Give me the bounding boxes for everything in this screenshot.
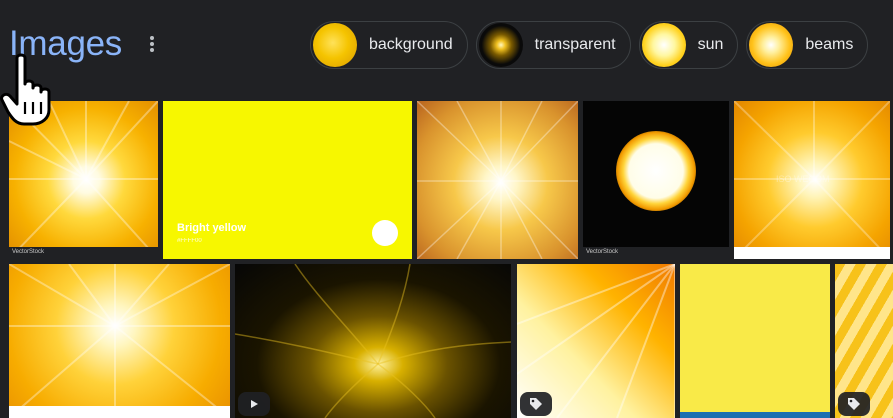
- caption-text: VectorStock: [586, 249, 619, 255]
- chip-thumbnail: [478, 23, 523, 67]
- light-streaks: [235, 264, 511, 418]
- play-icon: [251, 400, 258, 408]
- chip-sun[interactable]: sun: [638, 21, 739, 69]
- chip-thumbnail: [313, 23, 357, 67]
- chip-beams[interactable]: beams: [746, 21, 869, 69]
- hand-pointer-icon: [0, 53, 51, 126]
- chip-label: background: [369, 36, 453, 53]
- chip-background[interactable]: background: [310, 21, 468, 69]
- images-header: Images background transparent sun beams: [0, 0, 893, 92]
- image-result[interactable]: VectorStock: [583, 101, 729, 259]
- image-result[interactable]: [517, 264, 675, 418]
- chip-label: beams: [805, 36, 854, 53]
- image-results-page: Images background transparent sun beams …: [0, 0, 893, 418]
- swatch-logo: [372, 220, 398, 246]
- chip-thumbnail: [749, 23, 794, 67]
- more-options-button[interactable]: [140, 32, 164, 56]
- image-result[interactable]: [835, 264, 893, 418]
- image-result[interactable]: [417, 101, 578, 259]
- swatch-color-name: Bright yellow: [177, 222, 247, 234]
- sunburst-rays: [417, 101, 578, 259]
- product-badge: [520, 392, 552, 416]
- chip-label: sun: [697, 36, 724, 53]
- image-source-caption: VectorStock: [9, 247, 158, 259]
- sun-disk: [616, 131, 696, 211]
- image-source-caption: [734, 247, 890, 259]
- caption-text: VectorStock: [12, 249, 45, 255]
- chip-label: transparent: [534, 36, 616, 53]
- sunburst-rays: [9, 264, 230, 418]
- image-result[interactable]: Bright yellow #FFFF00: [163, 101, 412, 259]
- more-vert-icon: [150, 36, 154, 52]
- image-result[interactable]: [9, 264, 230, 418]
- image-source-caption: [9, 406, 230, 418]
- tag-icon: [848, 398, 860, 410]
- related-searches-chips: background transparent sun beams: [310, 21, 869, 71]
- chip-thumbnail: [641, 23, 686, 67]
- image-result[interactable]: [235, 264, 511, 418]
- tag-icon: [530, 398, 542, 410]
- image-result[interactable]: [680, 264, 830, 418]
- image-source-caption: VectorStock: [583, 247, 729, 259]
- video-badge: [238, 392, 270, 416]
- image-bottom-band: [680, 412, 830, 418]
- chip-transparent[interactable]: transparent: [475, 21, 631, 69]
- image-watermark: ISO WECOM: [776, 174, 830, 184]
- swatch-hex-code: #FFFF00: [177, 238, 202, 244]
- product-badge: [838, 392, 870, 416]
- image-result[interactable]: ISO WECOM: [734, 101, 890, 259]
